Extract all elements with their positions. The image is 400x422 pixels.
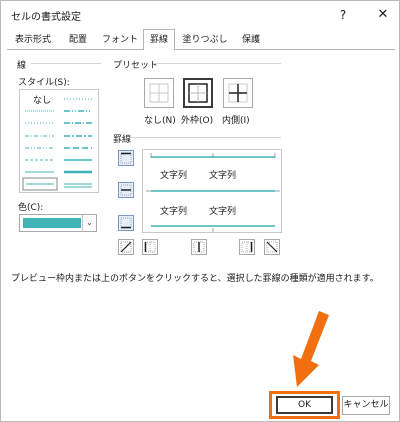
preview-cell-text: 文字列 bbox=[209, 207, 237, 217]
tab-alignment[interactable]: 配置 bbox=[63, 31, 93, 49]
border-section-divider bbox=[131, 137, 281, 138]
border-inside-vertical-button[interactable] bbox=[191, 239, 207, 255]
border-right-icon bbox=[241, 241, 253, 253]
color-swatch bbox=[23, 218, 81, 228]
preview-cell-text: 文字列 bbox=[160, 171, 188, 181]
border-top-button[interactable] bbox=[118, 150, 134, 166]
tab-font[interactable]: フォント bbox=[99, 31, 141, 49]
border-bottom-icon bbox=[120, 217, 132, 229]
tab-fill[interactable]: 塗りつぶし bbox=[179, 31, 231, 49]
border-inside-vertical-icon bbox=[193, 241, 205, 253]
preset-inside-label: 内側(I) bbox=[222, 116, 250, 126]
diagonal-up-icon bbox=[120, 241, 132, 253]
line-style-list[interactable]: なし bbox=[19, 89, 99, 193]
preview-lines bbox=[146, 153, 280, 232]
preset-outline-label: 外枠(O) bbox=[181, 116, 214, 126]
border-right-button[interactable] bbox=[239, 239, 255, 255]
tab-divider bbox=[7, 49, 395, 50]
tab-border[interactable]: 罫線 bbox=[143, 29, 175, 50]
preset-section-title: プリセット bbox=[113, 61, 159, 71]
border-left-button[interactable] bbox=[142, 239, 158, 255]
close-button[interactable]: ✕ bbox=[371, 5, 395, 25]
preset-outline-icon bbox=[188, 83, 208, 103]
preset-none-label: なし(N) bbox=[144, 116, 176, 126]
color-label: 色(C): bbox=[18, 203, 44, 213]
style-label: スタイル(S): bbox=[18, 78, 70, 88]
border-left-icon bbox=[144, 241, 156, 253]
preset-section-divider bbox=[153, 63, 281, 64]
border-section-title: 罫線 bbox=[113, 135, 132, 145]
orange-arrow-icon bbox=[293, 311, 329, 387]
preset-outline-button[interactable] bbox=[183, 78, 213, 108]
preset-inside-button[interactable] bbox=[223, 78, 253, 108]
preview-cell-text: 文字列 bbox=[160, 207, 188, 217]
tab-number-format[interactable]: 表示形式 bbox=[9, 31, 57, 49]
border-diagonal-up-button[interactable] bbox=[118, 239, 134, 255]
border-top-icon bbox=[120, 152, 132, 164]
border-help-text: プレビュー枠内または上のボタンをクリックすると、選択した罫線の種類が適用されます… bbox=[11, 274, 379, 284]
line-style-samples[interactable] bbox=[20, 90, 100, 194]
help-button[interactable]: ? bbox=[331, 5, 355, 25]
preset-inside-icon bbox=[228, 83, 248, 103]
preset-none-icon bbox=[149, 83, 169, 103]
diagonal-down-icon bbox=[266, 241, 278, 253]
dialog-title: セルの書式設定 bbox=[11, 12, 81, 23]
preset-none-button[interactable] bbox=[144, 78, 174, 108]
border-inside-horizontal-button[interactable] bbox=[118, 182, 134, 198]
line-section-divider bbox=[31, 63, 101, 64]
preview-cell-text: 文字列 bbox=[209, 171, 237, 181]
border-inside-horizontal-icon bbox=[120, 184, 132, 196]
cancel-button[interactable]: キャンセル bbox=[342, 396, 390, 415]
chevron-down-icon[interactable]: ⌄ bbox=[82, 215, 96, 231]
tab-protection[interactable]: 保護 bbox=[235, 31, 267, 49]
format-cells-dialog: セルの書式設定 ? ✕ 表示形式 配置 フォント 罫線 塗りつぶし 保護 線 ス… bbox=[0, 0, 400, 422]
line-section-title: 線 bbox=[17, 61, 27, 71]
border-preview[interactable]: 文字列 文字列 文字列 文字列 bbox=[142, 149, 282, 233]
border-diagonal-down-button[interactable] bbox=[264, 239, 280, 255]
ok-button[interactable]: OK bbox=[276, 396, 333, 414]
title-bar: セルの書式設定 ? ✕ bbox=[1, 1, 399, 29]
color-dropdown[interactable]: ⌄ bbox=[19, 214, 97, 232]
border-bottom-button[interactable] bbox=[118, 215, 134, 231]
